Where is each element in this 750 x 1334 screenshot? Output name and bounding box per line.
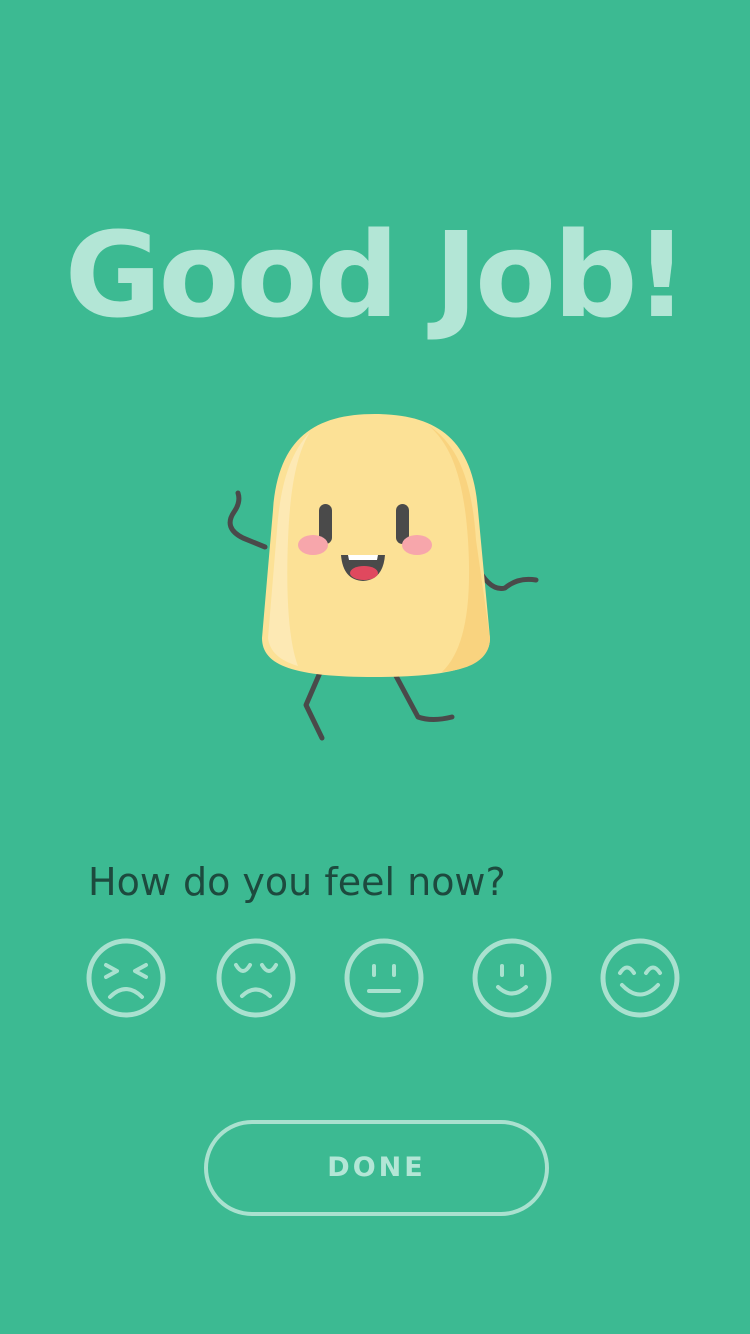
mood-option-sad[interactable] bbox=[215, 937, 297, 1019]
very-happy-face-icon bbox=[600, 938, 680, 1018]
mood-option-smiling[interactable] bbox=[471, 937, 553, 1019]
mood-option-very-happy[interactable] bbox=[599, 937, 681, 1019]
page-title: Good Job! bbox=[64, 206, 689, 344]
mood-option-very-upset[interactable] bbox=[85, 937, 167, 1019]
sad-face-icon bbox=[216, 938, 296, 1018]
happy-blob-mascot-icon bbox=[210, 400, 550, 750]
mood-question: How do you feel now? bbox=[88, 860, 506, 904]
done-button[interactable]: DONE bbox=[204, 1120, 549, 1216]
very-upset-face-icon bbox=[86, 938, 166, 1018]
mood-selector bbox=[85, 937, 685, 1019]
smiling-face-icon bbox=[472, 938, 552, 1018]
neutral-face-icon bbox=[344, 938, 424, 1018]
mood-option-neutral[interactable] bbox=[343, 937, 425, 1019]
